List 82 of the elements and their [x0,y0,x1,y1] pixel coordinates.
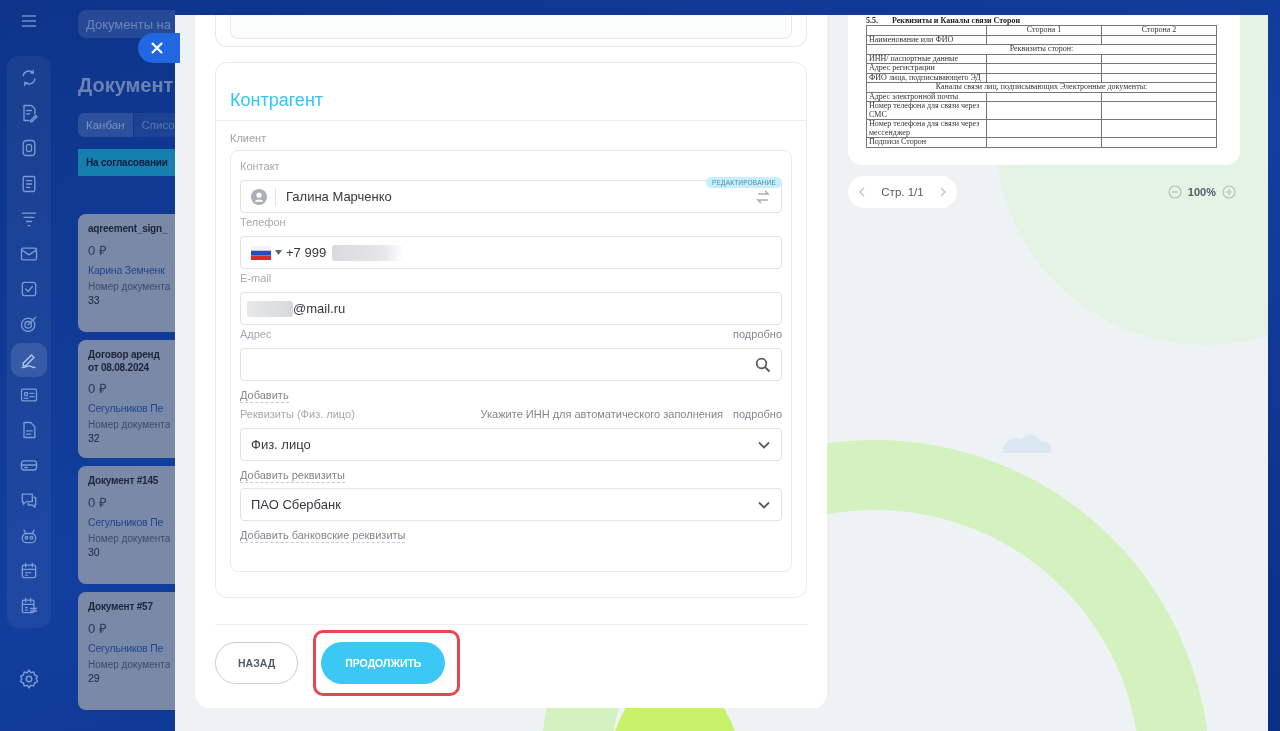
view-tab[interactable]: Канбан [78,113,133,137]
calendar-icon [19,560,39,581]
card-amount: 0 ₽ [88,619,108,637]
target-icon [19,314,39,335]
back-button[interactable]: НАЗАД [215,642,299,684]
person-link[interactable]: Сегульников Пе [88,515,164,528]
kanban-card[interactable]: aqreement_sign_ 0 ₽ Карина Земченк Номер документа 33 [78,214,175,332]
close-icon [151,42,163,54]
table-cell: Номер телефона для связи через СМС [866,101,987,120]
settings-icon[interactable] [18,668,40,690]
add-link[interactable]: Добавить [240,388,289,403]
table-cell: Номер телефона для связи через мессенджер [866,119,987,138]
table-cell: ФИО лица, подписывающего ЭД [866,73,987,83]
calendar-list-icon [19,595,39,616]
kanban-card[interactable]: Документ #145 0 ₽ Сегульников Пе Номер документа 30 [78,466,175,584]
card-title: aqreement_sign_ [88,223,168,236]
person-link[interactable]: Карина Земченк [88,263,165,276]
caret-icon[interactable] [275,250,282,255]
sidebar-item[interactable] [11,342,47,377]
hint-text: подробно [733,328,782,340]
previous-page-icon[interactable] [858,187,866,197]
card-title: Договор аренд от 08.08.2024 [88,349,160,374]
field-label: Номер документа [88,532,172,544]
card-title: Документ #57 [88,601,153,614]
field-value: 32 [88,432,101,444]
card-amount: 0 ₽ [88,493,108,511]
table-cell: Адрес электронной почты [866,92,987,102]
card-title: Документ #145 [88,475,159,488]
add-link[interactable]: Добавить реквизиты [240,468,345,483]
contact-name: Галина Марченко [286,189,392,204]
add-link[interactable]: Добавить банковские реквизиты [240,528,406,543]
table-cell: Подписи Сторон [866,137,987,147]
field-value: 30 [88,545,101,558]
page-title: Документ [78,74,175,97]
email-field[interactable]: @mail.ru [240,292,782,325]
flag-icon[interactable] [251,245,271,260]
column-header: На согласовании [78,149,175,176]
field-value: 33 [88,293,101,306]
table-cell: Каналы связи лиц, подписывающих Электронные документы: [866,82,1217,92]
field-label: Номер документа [88,280,172,292]
select-field[interactable]: ПАО Сбербанк [240,488,782,521]
table-cell: Наименование или ФИО [866,35,987,45]
field-label: Адрес [240,328,272,340]
close-button[interactable] [138,33,180,63]
select-field[interactable]: Физ. лицо [240,428,782,461]
table-cell: Реквизиты сторон: [866,44,1217,54]
address-field[interactable] [240,348,782,381]
card-amount: 0 ₽ [88,380,108,397]
field-label: Реквизиты (Физ. лицо) [240,408,355,420]
card-amount: 0 ₽ [88,241,108,259]
field-label: Номер документа [88,419,172,430]
table-header: Сторона 1 [986,25,1102,35]
group-label: Клиент [230,132,268,144]
phone-field[interactable]: +7 999 [240,236,782,269]
next-page-icon[interactable] [939,187,947,197]
field-value: 29 [88,671,101,684]
phone-value: +7 999 [286,245,327,260]
hint-text: подробно [733,408,782,420]
page-label: Стр. 1/1 [881,186,924,198]
document-heading: Реквизиты и Каналы связи Сторон [892,16,1021,25]
select-value: Физ. лицо [251,437,311,452]
field-label: E-mail [240,272,272,284]
email-value: @mail.ru [293,301,346,316]
person-link[interactable]: Сегульников Пе [88,402,164,414]
field-label: Телефон [240,216,286,228]
kanban-card[interactable]: Договор аренд от 08.08.2024 0 ₽ Сегульников Пе Номер документа 32 [78,340,175,458]
blurred-redaction [247,300,293,317]
kanban-card[interactable]: Документ #57 0 ₽ Сегульников Пе Номер документа 29 [78,592,175,710]
hint-text: Укажите ИНН для автоматического заполнения [480,408,723,420]
section-title: Контрагент [216,63,806,121]
table-header: Сторона 2 [1101,25,1217,35]
person-icon [251,188,267,205]
swap-arrows-icon[interactable] [755,188,771,205]
table-cell: ИНН/ паспортные данные [866,54,987,64]
heading-number: 5.5. [866,16,878,25]
search-icon[interactable] [755,356,771,373]
zoom-level: 100% [1187,186,1216,198]
person-link[interactable]: Сегульников Пе [88,641,164,654]
table-cell: Адрес регистрации [866,63,987,73]
field-label: Номер документа [88,658,172,670]
field-label: Контакт [240,160,280,172]
select-value: ПАО Сбербанк [251,497,341,512]
